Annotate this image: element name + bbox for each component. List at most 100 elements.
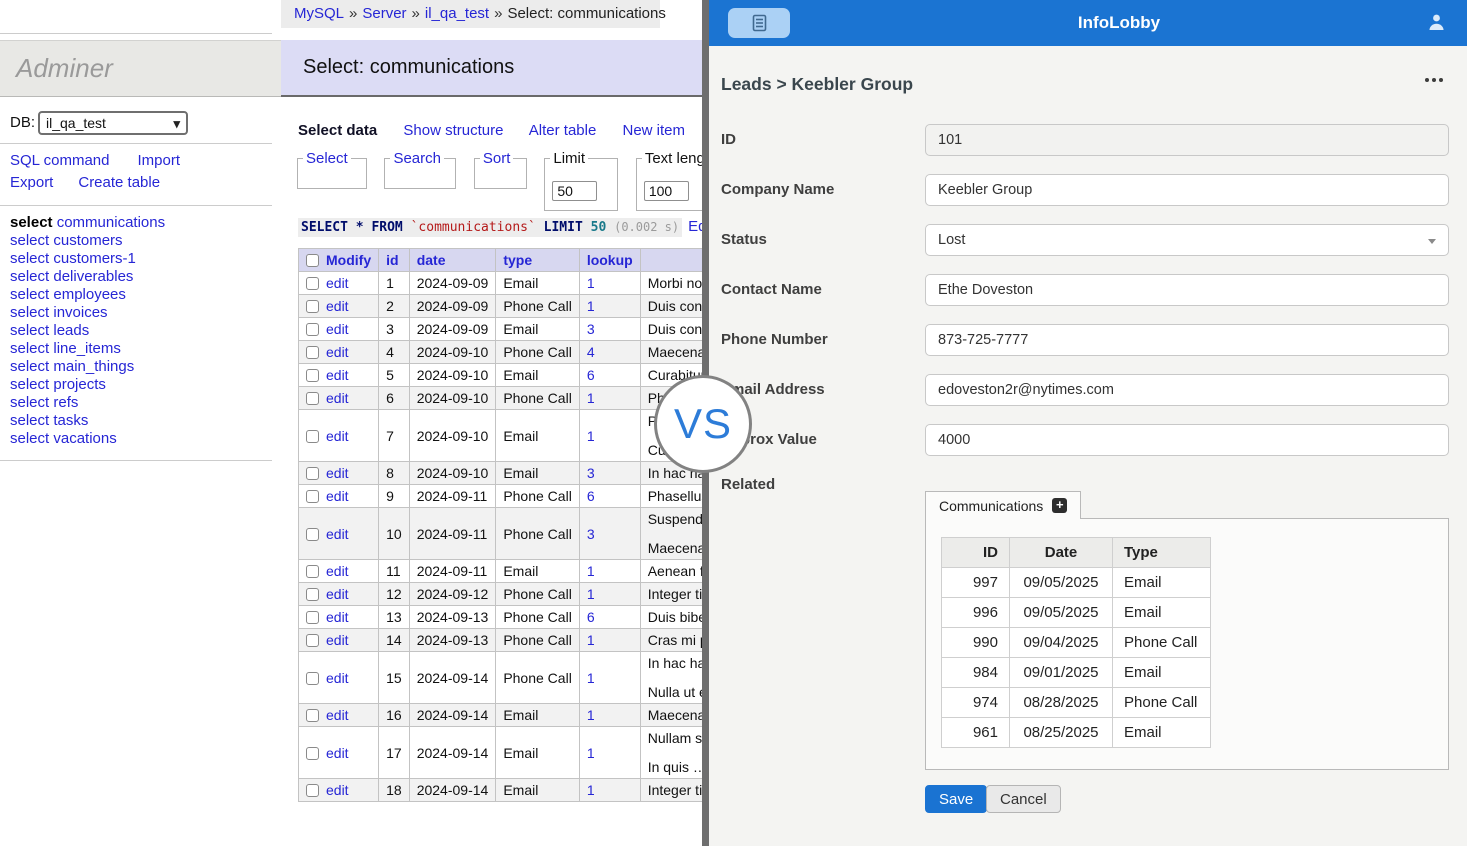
field-input-status[interactable]: Lost [925, 224, 1449, 256]
select-action-link[interactable]: select [10, 358, 49, 375]
row-checkbox[interactable] [306, 588, 319, 601]
row-checkbox[interactable] [306, 430, 319, 443]
row-checkbox[interactable] [306, 611, 319, 624]
tab-alter-table[interactable]: Alter table [529, 122, 597, 139]
lookup-link[interactable]: 6 [587, 609, 595, 625]
edit-link[interactable]: edit [326, 275, 349, 291]
edit-link[interactable]: edit [326, 321, 349, 337]
edit-link[interactable]: edit [326, 707, 349, 723]
edit-link[interactable]: edit [326, 745, 349, 761]
row-checkbox[interactable] [306, 634, 319, 647]
column-header-date[interactable]: date [409, 249, 496, 272]
row-checkbox[interactable] [306, 528, 319, 541]
select-action-link[interactable]: select [10, 286, 49, 303]
export-link[interactable]: Export [10, 174, 53, 191]
edit-link[interactable]: edit [326, 670, 349, 686]
lookup-link[interactable]: 1 [587, 275, 595, 291]
column-header-lookup[interactable]: lookup [579, 249, 640, 272]
column-header-message[interactable] [640, 249, 702, 272]
lookup-link[interactable]: 1 [587, 586, 595, 602]
tab-select-data[interactable]: Select data [298, 122, 377, 139]
row-checkbox[interactable] [306, 784, 319, 797]
lookup-link[interactable]: 1 [587, 782, 595, 798]
table-link[interactable]: projects [53, 376, 106, 393]
table-link[interactable]: communications [57, 214, 165, 231]
row-checkbox[interactable] [306, 747, 319, 760]
edit-link[interactable]: edit [326, 609, 349, 625]
edit-link[interactable]: edit [326, 526, 349, 542]
row-checkbox[interactable] [306, 490, 319, 503]
field-input-approx-value[interactable]: 4000 [925, 424, 1449, 456]
table-link[interactable]: customers-1 [53, 250, 136, 267]
row-checkbox[interactable] [306, 709, 319, 722]
limit-input[interactable] [552, 181, 597, 201]
breadcrumb-mysql-link[interactable]: MySQL [294, 5, 344, 22]
select-action-link[interactable]: select [10, 268, 49, 285]
lookup-link[interactable]: 6 [587, 367, 595, 383]
edit-link[interactable]: edit [326, 782, 349, 798]
sql-command-link[interactable]: SQL command [10, 152, 110, 169]
edit-link[interactable]: edit [326, 344, 349, 360]
row-checkbox[interactable] [306, 300, 319, 313]
text-length-input[interactable] [644, 181, 689, 201]
tab-show-structure[interactable]: Show structure [403, 122, 503, 139]
lookup-link[interactable]: 3 [587, 526, 595, 542]
import-link[interactable]: Import [138, 152, 181, 169]
field-input-email-address[interactable]: edoveston2r@nytimes.com [925, 374, 1449, 406]
lookup-link[interactable]: 1 [587, 563, 595, 579]
cancel-button[interactable]: Cancel [986, 785, 1061, 813]
select-action-link[interactable]: select [10, 394, 49, 411]
tab-communications[interactable]: Communications + [925, 491, 1081, 519]
row-checkbox[interactable] [306, 277, 319, 290]
select-legend-link[interactable]: Select [303, 150, 351, 167]
edit-link[interactable]: edit [326, 465, 349, 481]
user-icon[interactable] [1428, 13, 1445, 37]
select-action-link[interactable]: select [10, 412, 49, 429]
lookup-link[interactable]: 1 [587, 745, 595, 761]
lookup-link[interactable]: 4 [587, 344, 595, 360]
table-link[interactable]: deliverables [53, 268, 133, 285]
select-action-link[interactable]: select [10, 214, 53, 231]
save-button[interactable]: Save [925, 785, 987, 813]
more-options-icon[interactable] [1425, 78, 1443, 82]
row-checkbox[interactable] [306, 346, 319, 359]
column-header-type[interactable]: type [496, 249, 580, 272]
table-link[interactable]: invoices [53, 304, 107, 321]
select-action-link[interactable]: select [10, 304, 49, 321]
field-input-contact-name[interactable]: Ethe Doveston [925, 274, 1449, 306]
lookup-link[interactable]: 1 [587, 298, 595, 314]
row-checkbox[interactable] [306, 672, 319, 685]
edit-link[interactable]: edit [326, 428, 349, 444]
edit-link[interactable]: edit [326, 632, 349, 648]
create-table-link[interactable]: Create table [78, 174, 160, 191]
row-checkbox[interactable] [306, 323, 319, 336]
row-checkbox[interactable] [306, 565, 319, 578]
row-checkbox[interactable] [306, 467, 319, 480]
breadcrumb-db-link[interactable]: il_qa_test [425, 5, 489, 22]
select-action-link[interactable]: select [10, 430, 49, 447]
lookup-link[interactable]: 3 [587, 465, 595, 481]
add-communication-icon[interactable]: + [1052, 498, 1067, 513]
table-link[interactable]: main_things [53, 358, 134, 375]
select-action-link[interactable]: select [10, 340, 49, 357]
table-link[interactable]: leads [53, 322, 89, 339]
db-select[interactable]: il_qa_test ▾ [38, 111, 188, 135]
lookup-link[interactable]: 6 [587, 488, 595, 504]
search-legend-link[interactable]: Search [390, 150, 444, 167]
row-checkbox[interactable] [306, 369, 319, 382]
edit-link[interactable]: edit [326, 586, 349, 602]
edit-link[interactable]: edit [326, 563, 349, 579]
edit-link[interactable]: edit [326, 390, 349, 406]
table-link[interactable]: tasks [53, 412, 88, 429]
select-all-checkbox[interactable] [306, 254, 319, 267]
select-action-link[interactable]: select [10, 322, 49, 339]
field-input-company-name[interactable]: Keebler Group [925, 174, 1449, 206]
select-action-link[interactable]: select [10, 376, 49, 393]
lookup-link[interactable]: 1 [587, 707, 595, 723]
select-action-link[interactable]: select [10, 250, 49, 267]
table-link[interactable]: refs [53, 394, 78, 411]
tab-new-item[interactable]: New item [623, 122, 686, 139]
table-link[interactable]: line_items [53, 340, 121, 357]
table-link[interactable]: employees [53, 286, 126, 303]
sort-legend-link[interactable]: Sort [480, 150, 514, 167]
